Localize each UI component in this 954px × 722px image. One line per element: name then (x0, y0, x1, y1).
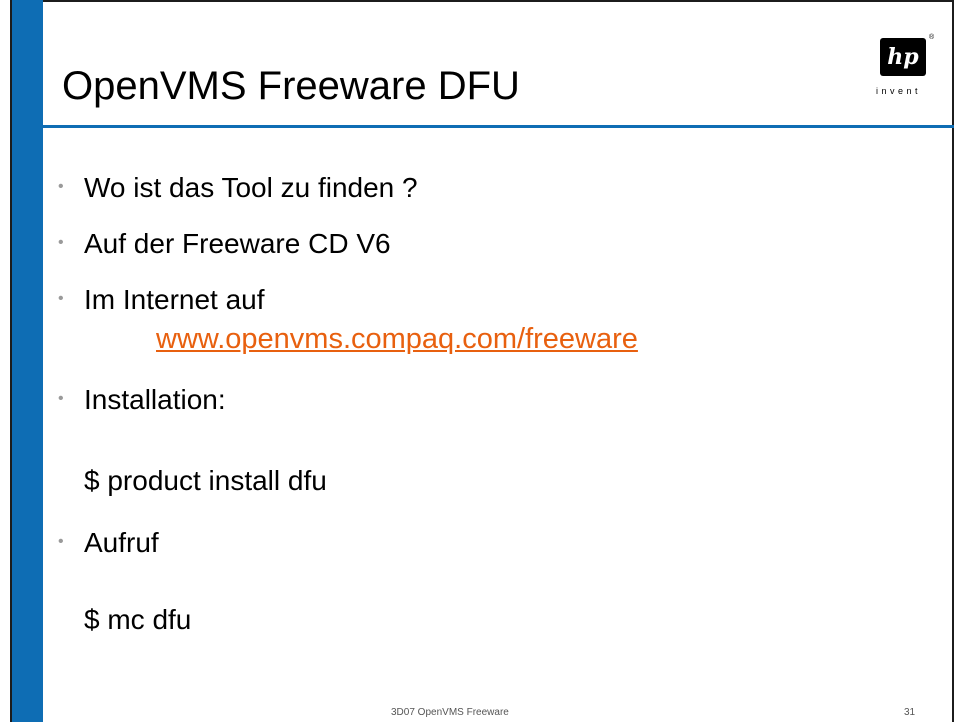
bullet-text: Installation: (84, 384, 226, 415)
bullet-item: • Auf der Freeware CD V6 (58, 230, 391, 258)
run-command: $ mc dfu (84, 604, 192, 635)
bullet-item: • Installation: (58, 386, 226, 414)
bullet-icon: • (58, 233, 64, 251)
page-number: 31 (904, 707, 916, 718)
hp-logo-registered-mark: ® (929, 34, 935, 41)
bullet-item: • Im Internet auf (58, 286, 265, 314)
bullet-icon: • (58, 532, 64, 550)
install-command: $ product install dfu (84, 465, 327, 496)
freeware-link-row: www.openvms.compaq.com/freeware (156, 325, 638, 354)
bullet-icon: • (58, 177, 64, 195)
bullet-text: Auf der Freeware CD V6 (84, 228, 391, 259)
slide-top-border (10, 0, 954, 2)
slide-title: OpenVMS Freeware DFU (62, 64, 520, 108)
hp-logo-mark: hp (887, 44, 919, 70)
accent-side-bar (12, 0, 43, 722)
bullet-item: • Wo ist das Tool zu finden ? (58, 174, 418, 202)
bullet-item: • Aufruf (58, 529, 159, 557)
title-underline-rule (12, 125, 954, 128)
freeware-link[interactable]: www.openvms.compaq.com/freeware (156, 323, 638, 355)
bullet-text: Im Internet auf (84, 284, 265, 315)
bullet-icon: • (58, 389, 64, 407)
hp-logo-tagline: invent (876, 86, 922, 96)
slide: OpenVMS Freeware DFU hp ® invent • Wo ist… (0, 0, 954, 722)
footer-caption: 3D07 OpenVMS Freeware (391, 707, 509, 718)
hp-logo: hp ® invent (872, 34, 944, 100)
bullet-icon: • (58, 289, 64, 307)
bullet-text: Wo ist das Tool zu finden ? (84, 172, 418, 203)
bullet-text: Aufruf (84, 527, 159, 558)
